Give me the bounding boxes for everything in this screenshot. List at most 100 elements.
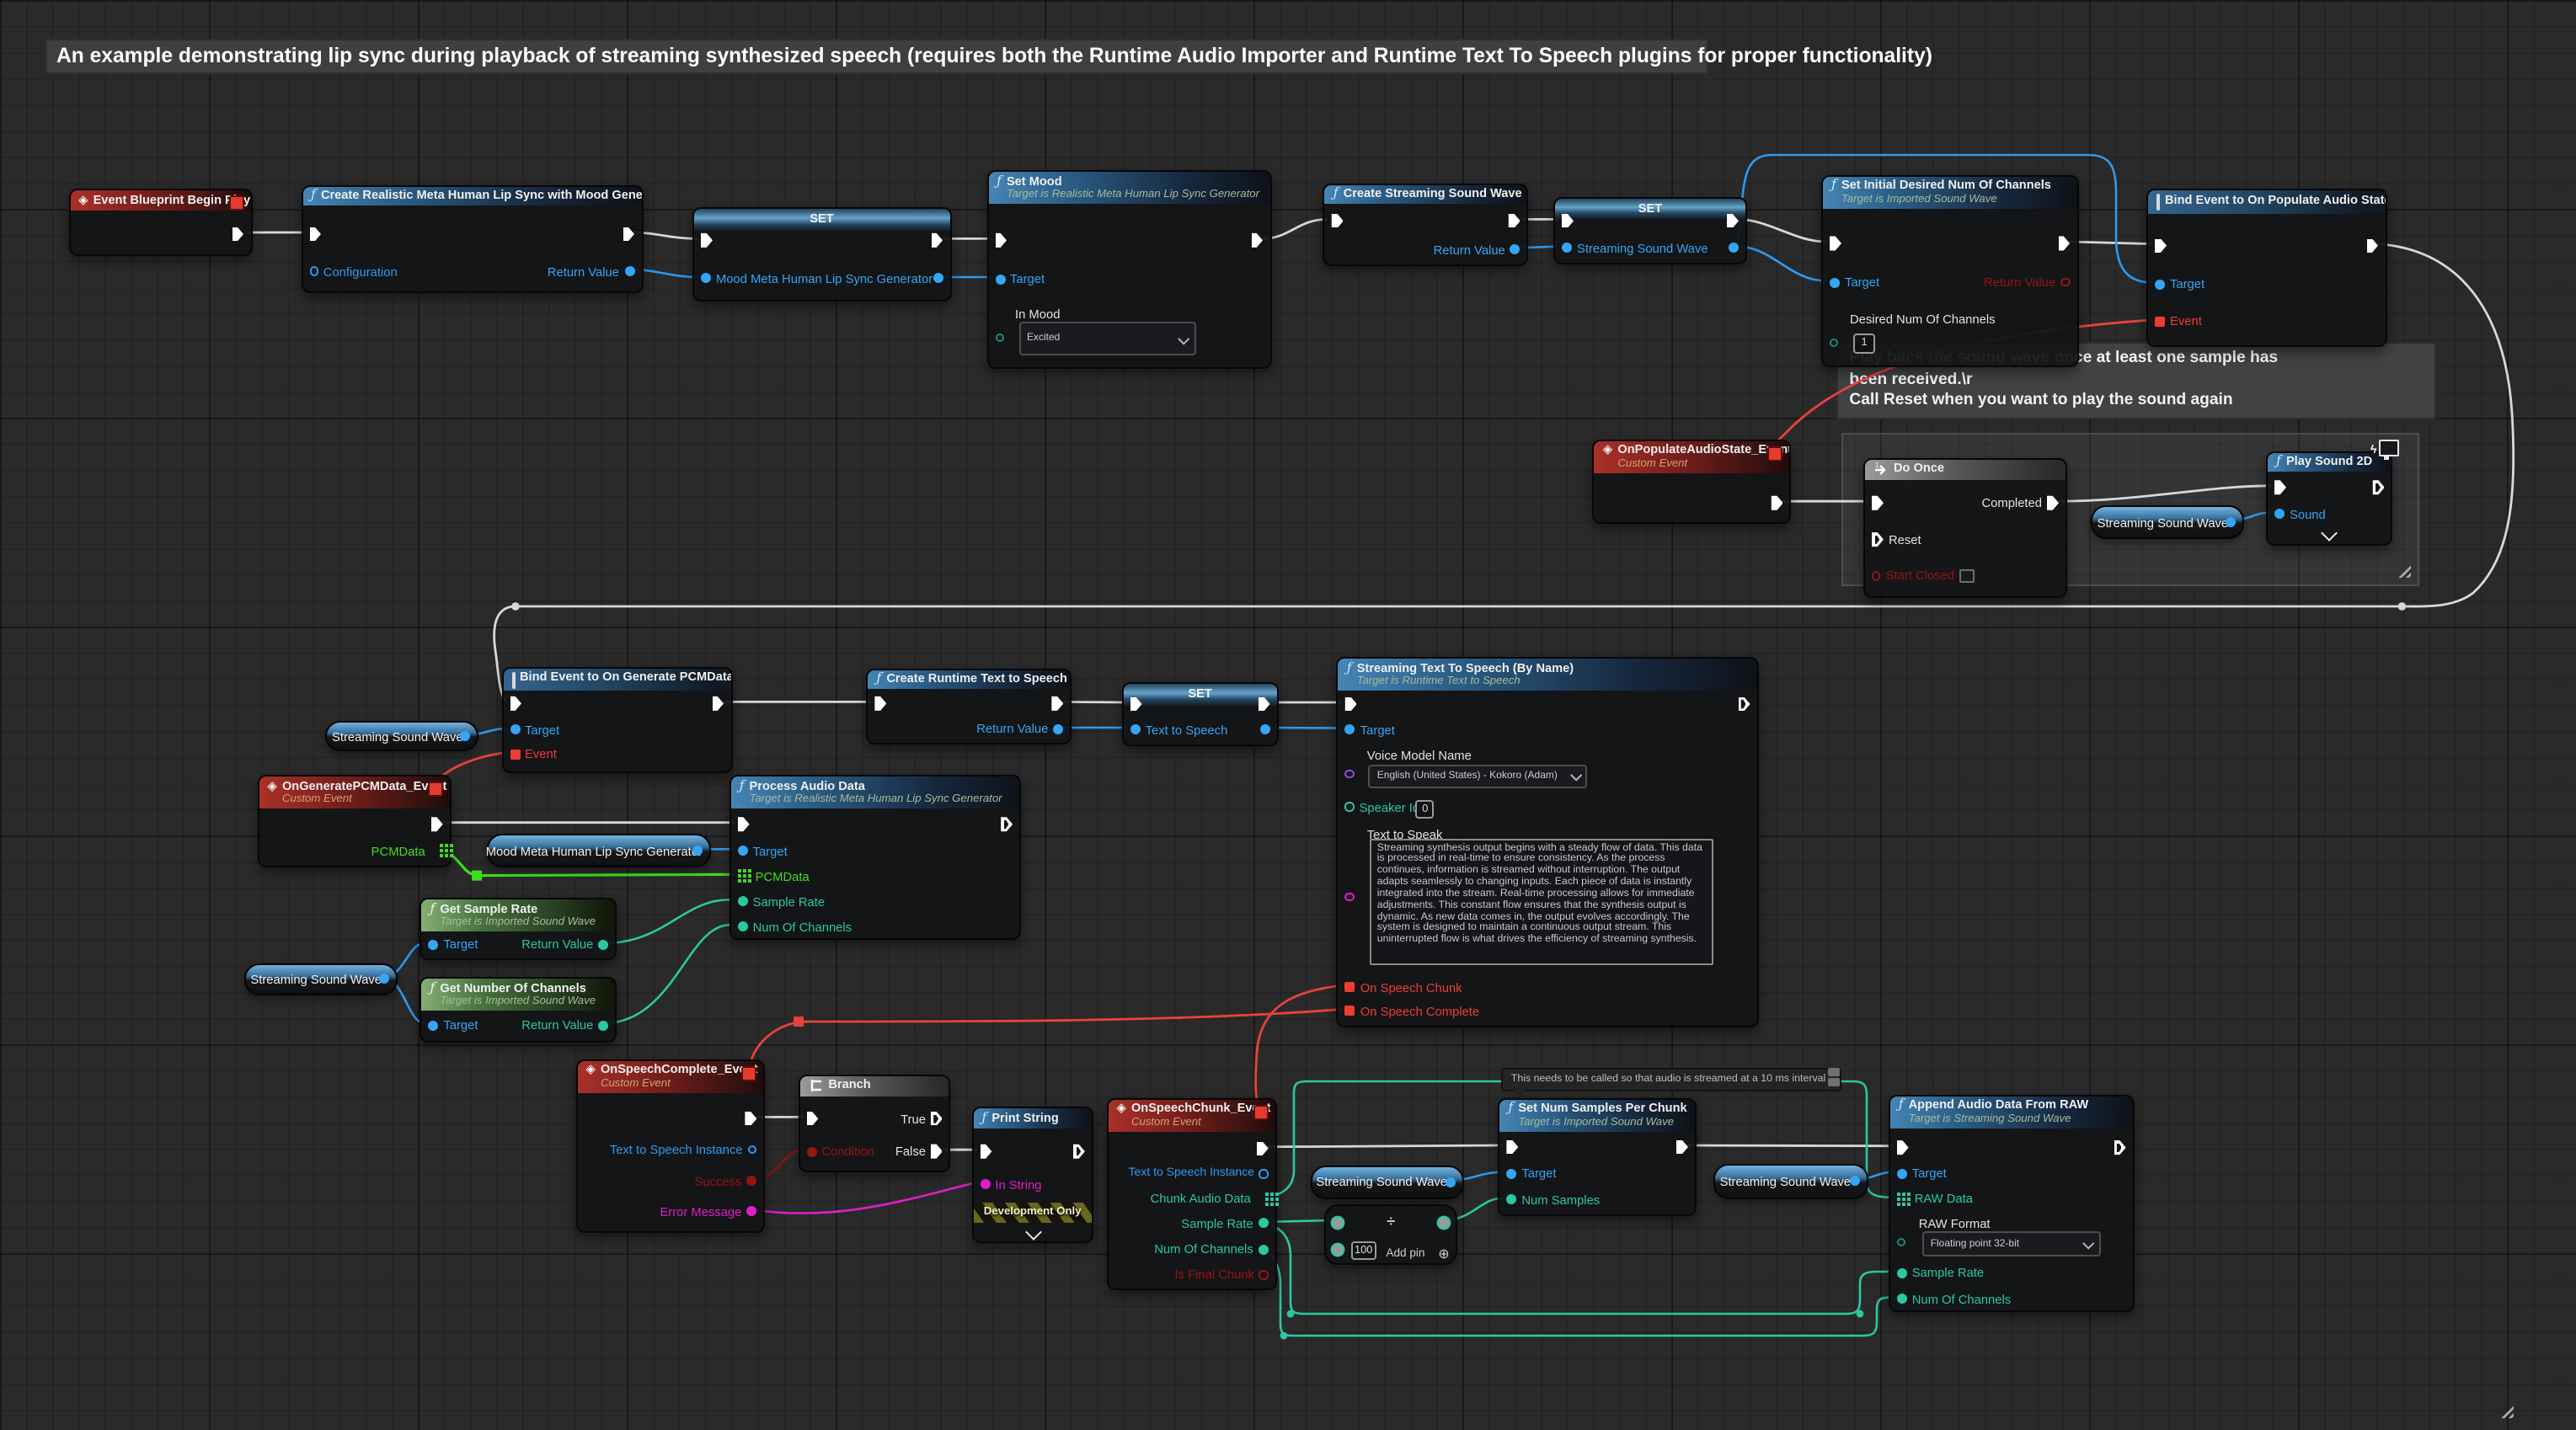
- divide-in-b-pin[interactable]: [1333, 1244, 1343, 1254]
- node-bind-on-generate-pcmdata[interactable]: Bind Event to On Generate PCMData Target…: [501, 667, 732, 773]
- var-out-pin[interactable]: [1729, 243, 1739, 253]
- var-out-pin[interactable]: [1445, 1177, 1455, 1187]
- return-value-pin[interactable]: [2060, 278, 2070, 287]
- exec-out-pin[interactable]: [1259, 697, 1270, 712]
- node-print-string[interactable]: ƒPrint String In String Development Only: [971, 1107, 1093, 1242]
- exec-in-pin[interactable]: [1345, 697, 1357, 712]
- exec-in-pin[interactable]: [995, 233, 1007, 248]
- tts-instance-pin[interactable]: [748, 1145, 757, 1155]
- var-out-pin[interactable]: [2226, 517, 2236, 527]
- event-delegate-pin[interactable]: [510, 749, 520, 759]
- exec-in-pin[interactable]: [806, 1112, 818, 1126]
- exec-out-pin[interactable]: [1509, 214, 1520, 228]
- pcmdata-array-pin[interactable]: [440, 844, 443, 847]
- num-channels-pin[interactable]: [1259, 1245, 1269, 1255]
- speaker-id-pin[interactable]: [1345, 803, 1355, 812]
- node-on-generate-pcmdata-event[interactable]: ◈OnGeneratePCMData_EventCustom Event PCM…: [257, 775, 451, 867]
- node-get-sample-rate[interactable]: ƒGet Sample RateTarget is Imported Sound…: [420, 899, 617, 961]
- node-create-runtime-tts[interactable]: ƒCreate Runtime Text to Speech Return Va…: [866, 668, 1072, 744]
- return-value-pin[interactable]: [624, 266, 634, 276]
- exec-out-pin[interactable]: [1676, 1139, 1688, 1154]
- in-mood-pin[interactable]: [995, 333, 1004, 343]
- true-pin[interactable]: [931, 1112, 943, 1126]
- var-out-pin[interactable]: [379, 974, 389, 984]
- node-play-sound-2d[interactable]: ƒPlay Sound 2D Sound: [2266, 451, 2393, 545]
- in-mood-dropdown[interactable]: Excited: [1018, 322, 1195, 355]
- return-value-pin[interactable]: [598, 940, 608, 950]
- exec-out-pin[interactable]: [712, 696, 724, 711]
- text-to-speak-input[interactable]: Streaming synthesis output begins with a…: [1371, 839, 1714, 965]
- return-value-pin[interactable]: [1053, 724, 1063, 734]
- var-in-pin[interactable]: [1130, 724, 1141, 734]
- var-out-pin[interactable]: [1260, 724, 1270, 734]
- num-samples-pin[interactable]: [1506, 1194, 1516, 1204]
- exec-out-pin[interactable]: [431, 817, 443, 831]
- exec-out-pin[interactable]: [623, 227, 634, 242]
- exec-out-pin[interactable]: [1251, 233, 1263, 248]
- bubble-comment-interval[interactable]: This needs to be called so that audio is…: [1501, 1067, 1841, 1091]
- var-pill-streaming-sound-wave[interactable]: Streaming Sound Wave: [2092, 505, 2244, 540]
- exec-in-pin[interactable]: [701, 233, 713, 248]
- false-pin[interactable]: [931, 1145, 943, 1159]
- target-pin[interactable]: [1830, 277, 1840, 287]
- target-pin[interactable]: [1345, 725, 1355, 735]
- speaker-id-input[interactable]: 0: [1416, 799, 1435, 818]
- success-pin[interactable]: [746, 1176, 756, 1186]
- return-value-pin[interactable]: [1510, 244, 1520, 254]
- node-set-initial-desired-num-channels[interactable]: ƒSet Initial Desired Num Of ChannelsTarg…: [1821, 174, 2078, 366]
- node-on-speech-chunk-event[interactable]: ◈OnSpeechChunk_EventCustom Event Text to…: [1106, 1097, 1276, 1290]
- target-pin[interactable]: [1897, 1169, 1907, 1179]
- node-bind-on-populate-audio-state[interactable]: Bind Event to On Populate Audio State Ta…: [2146, 189, 2386, 347]
- target-pin[interactable]: [995, 274, 1005, 284]
- delegate-icon[interactable]: [741, 1065, 756, 1081]
- condition-pin[interactable]: [806, 1146, 816, 1156]
- exec-in-pin[interactable]: [1830, 236, 1841, 250]
- node-on-speech-complete-event[interactable]: ◈OnSpeechComplete_EventCustom Event Text…: [575, 1059, 765, 1232]
- exec-out-pin[interactable]: [2058, 236, 2070, 250]
- var-out-pin[interactable]: [933, 274, 943, 284]
- tts-instance-pin[interactable]: [1259, 1169, 1269, 1178]
- sample-rate-pin[interactable]: [738, 896, 748, 906]
- var-pill-streaming-sound-wave[interactable]: Streaming Sound Wave: [326, 722, 479, 752]
- reset-pin[interactable]: [1872, 532, 1884, 547]
- exec-out-pin[interactable]: [931, 233, 943, 248]
- node-on-populate-audio-state-event[interactable]: ◈OnPopulateAudioState_EventCustom Event: [1593, 440, 1792, 524]
- exec-in-pin[interactable]: [1506, 1139, 1518, 1154]
- var-in-pin[interactable]: [701, 274, 711, 284]
- is-final-chunk-pin[interactable]: [1259, 1270, 1269, 1279]
- exec-out-pin[interactable]: [1051, 696, 1063, 711]
- target-pin[interactable]: [738, 846, 748, 856]
- event-delegate-pin[interactable]: [2155, 317, 2165, 327]
- node-set-num-samples-per-chunk[interactable]: ƒSet Num Samples Per ChunkTarget is Impo…: [1498, 1097, 1697, 1216]
- var-pill-mood-generator[interactable]: Mood Meta Human Lip Sync Generator: [487, 835, 712, 867]
- node-append-audio-data-from-raw[interactable]: ƒAppend Audio Data From RAWTarget is Str…: [1889, 1095, 2135, 1313]
- add-pin-icon[interactable]: ⊕: [1438, 1246, 1449, 1262]
- blueprint-canvas[interactable]: An example demonstrating lip sync during…: [0, 0, 2576, 1430]
- sample-rate-pin[interactable]: [1259, 1219, 1269, 1229]
- in-string-pin[interactable]: [980, 1179, 990, 1189]
- desired-num-pin[interactable]: [1830, 339, 1839, 348]
- raw-format-dropdown[interactable]: Floating point 32-bit: [1922, 1231, 2101, 1257]
- exec-in-pin[interactable]: [1130, 697, 1142, 712]
- node-branch[interactable]: Branch True Condition False: [798, 1074, 951, 1171]
- node-set-mood-generator-var[interactable]: SET Mood Meta Human Lip Sync Generator: [692, 208, 951, 302]
- text-to-speak-pin[interactable]: [1345, 893, 1355, 902]
- delegate-icon[interactable]: [1253, 1104, 1269, 1119]
- exec-out-pin[interactable]: [1073, 1145, 1085, 1159]
- num-channels-pin[interactable]: [738, 921, 748, 931]
- exec-in-pin[interactable]: [1562, 214, 1574, 228]
- target-pin[interactable]: [510, 725, 520, 735]
- exec-out-pin[interactable]: [1739, 697, 1750, 712]
- exec-in-pin[interactable]: [309, 227, 321, 242]
- exec-out-pin[interactable]: [745, 1112, 756, 1126]
- on-speech-chunk-pin[interactable]: [1345, 982, 1355, 992]
- exec-in-pin[interactable]: [2155, 238, 2167, 253]
- target-pin[interactable]: [1506, 1169, 1516, 1179]
- target-pin[interactable]: [2155, 279, 2165, 289]
- delegate-icon[interactable]: [1768, 446, 1783, 462]
- exec-out-pin[interactable]: [1001, 817, 1013, 831]
- sample-rate-pin[interactable]: [1897, 1268, 1907, 1278]
- exec-in-pin[interactable]: [1897, 1140, 1909, 1155]
- voice-model-pin[interactable]: [1345, 770, 1355, 779]
- start-closed-checkbox[interactable]: [1959, 568, 1974, 583]
